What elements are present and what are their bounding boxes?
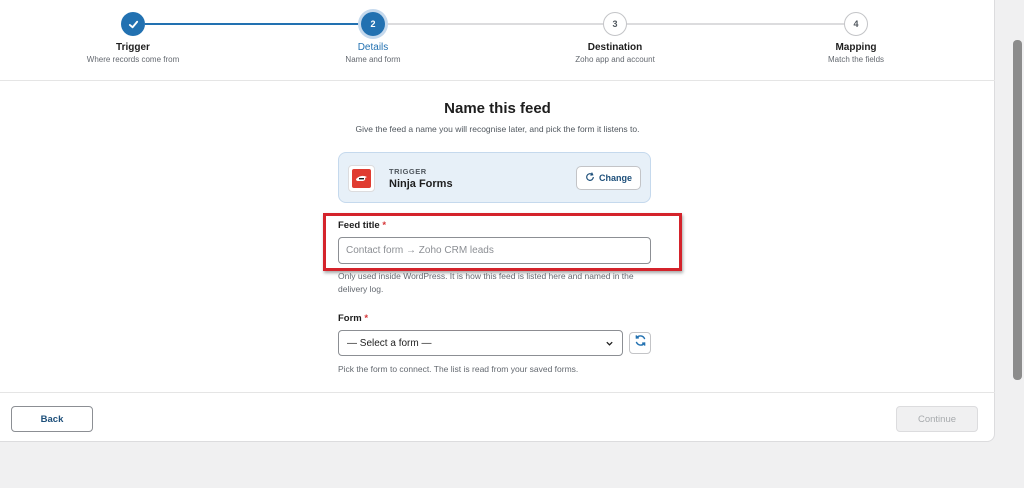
scrollbar-thumb[interactable]	[1013, 40, 1022, 380]
step-title: Details	[357, 42, 389, 53]
form-label: Form *	[338, 313, 368, 324]
refresh-icon	[585, 172, 595, 184]
form-select-value: — Select a form —	[347, 337, 432, 349]
feed-title-help-line: Only used inside WordPress. It is how th…	[338, 271, 634, 281]
step-details[interactable]: 2 Details Name and form	[293, 12, 453, 64]
form-label-text: Form	[338, 313, 362, 324]
refresh-forms-button[interactable]	[629, 332, 651, 354]
trigger-card: TRIGGER Ninja Forms Change	[338, 152, 651, 203]
form-select-help: Pick the form to connect. The list is re…	[338, 364, 579, 374]
step-number: 2	[361, 12, 385, 36]
stepper: Trigger Where records come from 2 Detail…	[0, 0, 995, 81]
feed-title-help-line: delivery log.	[338, 284, 384, 294]
step-trigger[interactable]: Trigger Where records come from	[53, 12, 213, 64]
trigger-name: Ninja Forms	[389, 178, 453, 190]
step-number: 4	[844, 12, 868, 36]
change-trigger-button[interactable]: Change	[576, 166, 641, 190]
feed-title-label-text: Feed title	[338, 220, 380, 231]
step-destination[interactable]: 3 Destination Zoho app and account	[535, 12, 695, 64]
form-select[interactable]: — Select a form —	[338, 330, 623, 356]
step-mapping[interactable]: 4 Mapping Match the fields	[776, 12, 936, 64]
feed-title-help: Only used inside WordPress. It is how th…	[338, 270, 658, 296]
page-title: Name this feed	[444, 100, 551, 117]
step-title: Mapping	[835, 42, 877, 53]
feed-title-input[interactable]	[338, 237, 651, 264]
ninja-forms-icon	[352, 169, 371, 188]
step-subtitle: Where records come from	[86, 55, 180, 64]
required-mark: *	[382, 220, 387, 231]
step-subtitle: Name and form	[345, 55, 401, 64]
step-title: Destination	[587, 42, 643, 53]
page-subtitle: Give the feed a name you will recognise …	[355, 124, 640, 134]
change-button-label: Change	[598, 173, 632, 183]
wizard-footer: Back Continue	[0, 392, 995, 442]
continue-button[interactable]: Continue	[896, 406, 978, 432]
trigger-label: TRIGGER	[389, 167, 427, 176]
refresh-icon	[634, 334, 647, 352]
wizard-panel: Trigger Where records come from 2 Detail…	[0, 0, 995, 442]
step-title: Trigger	[116, 42, 150, 53]
feed-title-label: Feed title *	[338, 220, 386, 231]
required-mark: *	[364, 313, 369, 324]
back-button[interactable]: Back	[11, 406, 93, 432]
step-subtitle: Match the fields	[827, 55, 885, 64]
chevron-down-icon	[605, 339, 614, 351]
check-icon	[121, 12, 145, 36]
step-number: 3	[603, 12, 627, 36]
ninja-forms-logo	[348, 165, 375, 192]
step-subtitle: Zoho app and account	[575, 55, 655, 64]
